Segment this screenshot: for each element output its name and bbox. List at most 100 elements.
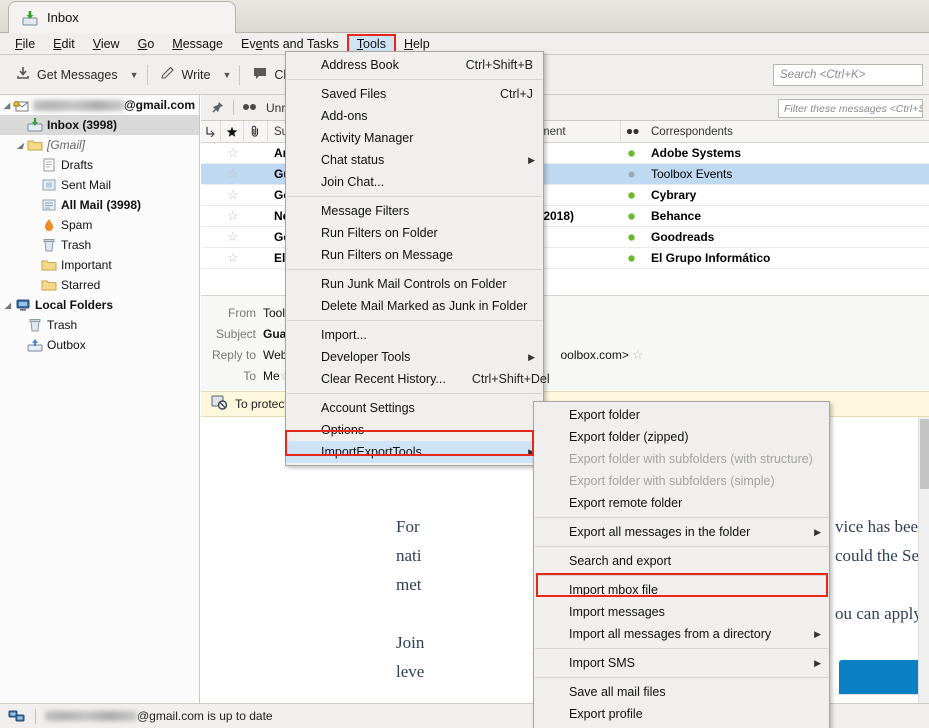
- get-messages-dropdown[interactable]: ▼: [127, 66, 142, 84]
- menu-tools[interactable]: Tools: [346, 33, 396, 54]
- menu-item-clear-recent-history[interactable]: Clear Recent History... Ctrl+Shift+Del: [286, 368, 550, 390]
- menu-item-export-all-messages-in-folder[interactable]: Export all messages in the folder ▶: [534, 521, 829, 543]
- menu-item-address-book[interactable]: Address Book Ctrl+Shift+B: [286, 54, 543, 76]
- menu-item-search-and-export[interactable]: Search and export: [534, 550, 829, 572]
- sidebar-item-drafts[interactable]: Drafts: [0, 155, 199, 175]
- menu-help[interactable]: Help: [395, 35, 439, 53]
- menu-item-run-junk-mail-controls[interactable]: Run Junk Mail Controls on Folder: [286, 273, 543, 295]
- star-icon[interactable]: ☆: [221, 206, 244, 227]
- menu-events-and-tasks[interactable]: Events and Tasks: [232, 35, 348, 53]
- column-attachment-icon[interactable]: [244, 120, 268, 143]
- menu-separator: [287, 79, 542, 80]
- menu-view[interactable]: View: [84, 35, 129, 53]
- menu-message[interactable]: Message: [163, 35, 232, 53]
- menu-item-message-filters[interactable]: Message Filters: [286, 200, 543, 222]
- body-right-1: vice has been: [835, 517, 927, 536]
- column-thread[interactable]: [201, 120, 221, 143]
- sidebar-account-row[interactable]: ◢ @gmail.com: [0, 95, 199, 115]
- folder-pane[interactable]: ◢ @gmail.com Inbox (3998) ◢ [Gmail] Draf…: [0, 95, 200, 703]
- get-messages-button[interactable]: Get Messages: [8, 61, 125, 88]
- sidebar-item-outbox[interactable]: Outbox: [0, 335, 199, 355]
- menu-item-activity-manager[interactable]: Activity Manager: [286, 127, 543, 149]
- menu-item-import-mbox-file[interactable]: Import mbox file: [534, 579, 829, 601]
- menu-item-import[interactable]: Import...: [286, 324, 543, 346]
- menu-item-import-sms[interactable]: Import SMS ▶: [534, 652, 829, 674]
- menu-file[interactable]: File: [6, 35, 44, 53]
- menu-item-activity-manager-label: Activity Manager: [321, 131, 414, 145]
- column-correspondents[interactable]: Correspondents: [645, 121, 929, 143]
- menu-item-add-ons[interactable]: Add-ons: [286, 105, 543, 127]
- filter-messages-input[interactable]: Filter these messages <Ctrl+Shift+K>: [778, 99, 923, 118]
- menu-item-join-chat-label: Join Chat...: [321, 175, 385, 189]
- write-dropdown[interactable]: ▼: [219, 66, 234, 84]
- sidebar-item-all-mail[interactable]: All Mail (3998): [0, 195, 199, 215]
- column-star[interactable]: [221, 120, 244, 143]
- menu-item-export-remote-folder[interactable]: Export remote folder: [534, 492, 829, 514]
- sidebar-item-gmail[interactable]: ◢ [Gmail]: [0, 135, 199, 155]
- menu-item-import-messages[interactable]: Import messages: [534, 601, 829, 623]
- account-twisty-icon[interactable]: ◢: [2, 101, 12, 110]
- unread-filter-icon[interactable]: [242, 101, 258, 115]
- tab-inbox[interactable]: Inbox: [8, 1, 236, 33]
- column-attachment[interactable]: ment: [534, 120, 621, 143]
- menu-item-import-all-messages-from-directory[interactable]: Import all messages from a directory ▶: [534, 623, 829, 645]
- status-separator: [35, 708, 36, 724]
- scrollbar-thumb[interactable]: [920, 419, 929, 489]
- importexporttools-submenu-popup[interactable]: Export folder Export folder (zipped) Exp…: [533, 401, 830, 728]
- menu-item-saved-files[interactable]: Saved Files Ctrl+J: [286, 83, 543, 105]
- menu-item-add-ons-label: Add-ons: [321, 109, 368, 123]
- message-cta-button[interactable]: [839, 660, 929, 694]
- menu-item-export-folder-zipped[interactable]: Export folder (zipped): [534, 426, 829, 448]
- sidebar-item-important[interactable]: Important: [0, 255, 199, 275]
- gmail-twisty-icon[interactable]: ◢: [14, 141, 26, 150]
- message-body-scrollbar[interactable]: [918, 417, 929, 703]
- to-value[interactable]: Me: [263, 369, 280, 383]
- sidebar-item-sent-mail[interactable]: Sent Mail: [0, 175, 199, 195]
- menu-item-developer-tools[interactable]: Developer Tools ▶: [286, 346, 543, 368]
- search-input[interactable]: Search <Ctrl+K>: [773, 64, 923, 86]
- menu-item-run-filters-on-folder[interactable]: Run Filters on Folder: [286, 222, 543, 244]
- tools-menu-popup[interactable]: Address Book Ctrl+Shift+B Saved Files Ct…: [285, 51, 550, 466]
- sidebar-item-local-folders[interactable]: ◢ Local Folders: [0, 295, 199, 315]
- menu-item-search-and-export-label: Search and export: [569, 554, 672, 568]
- menu-item-export-profile[interactable]: Export profile: [534, 703, 829, 725]
- pin-icon[interactable]: [209, 100, 225, 116]
- menu-item-chat-status[interactable]: Chat status ▶: [286, 149, 543, 171]
- sidebar-item-trash[interactable]: Trash: [0, 235, 199, 255]
- star-icon[interactable]: ☆: [221, 185, 244, 206]
- menu-go[interactable]: Go: [129, 35, 164, 53]
- filter-separator: [233, 100, 234, 115]
- write-button[interactable]: Write: [153, 61, 218, 88]
- star-icon[interactable]: ☆: [221, 227, 244, 248]
- star-icon[interactable]: ☆: [221, 164, 244, 185]
- star-icon[interactable]: ☆: [632, 347, 644, 363]
- sidebar-item-starred[interactable]: Starred: [0, 275, 199, 295]
- sidebar-item-inbox[interactable]: Inbox (3998): [0, 115, 199, 135]
- menu-item-delete-mail-marked-as-junk[interactable]: Delete Mail Marked as Junk in Folder: [286, 295, 543, 317]
- chat-bubble-icon: [252, 65, 268, 84]
- menu-item-export-folder[interactable]: Export folder: [534, 404, 829, 426]
- sidebar-local-trash-label: Trash: [47, 318, 78, 332]
- sidebar-item-local-trash[interactable]: Trash: [0, 315, 199, 335]
- folder-icon: [40, 277, 58, 293]
- menu-item-importexporttools[interactable]: ImportExportTools ▶: [286, 441, 543, 463]
- menu-item-join-chat[interactable]: Join Chat...: [286, 171, 543, 193]
- menu-item-import-messages-label: Import messages: [569, 605, 665, 619]
- menu-item-saved-files-accel: Ctrl+J: [500, 87, 533, 101]
- star-icon[interactable]: ☆: [221, 248, 244, 269]
- menu-item-address-book-accel: Ctrl+Shift+B: [465, 58, 533, 72]
- replyto-label: Reply to: [211, 347, 256, 362]
- sidebar-item-spam[interactable]: Spam: [0, 215, 199, 235]
- menu-item-account-settings[interactable]: Account Settings: [286, 397, 543, 419]
- local-folders-twisty-icon[interactable]: ◢: [2, 301, 14, 310]
- star-icon[interactable]: ☆: [221, 143, 244, 164]
- column-read-indicator[interactable]: [621, 121, 645, 143]
- menu-item-export-all-messages-in-folder-label: Export all messages in the folder: [569, 525, 751, 539]
- row-date-fragment: /2018): [540, 209, 575, 223]
- menu-item-run-filters-on-message[interactable]: Run Filters on Message: [286, 244, 543, 266]
- row-unread-dot: [621, 185, 645, 206]
- menu-item-save-all-mail-files[interactable]: Save all mail files: [534, 681, 829, 703]
- sidebar-drafts-label: Drafts: [61, 158, 94, 172]
- menu-item-options[interactable]: Options: [286, 419, 543, 441]
- menu-edit[interactable]: Edit: [44, 35, 84, 53]
